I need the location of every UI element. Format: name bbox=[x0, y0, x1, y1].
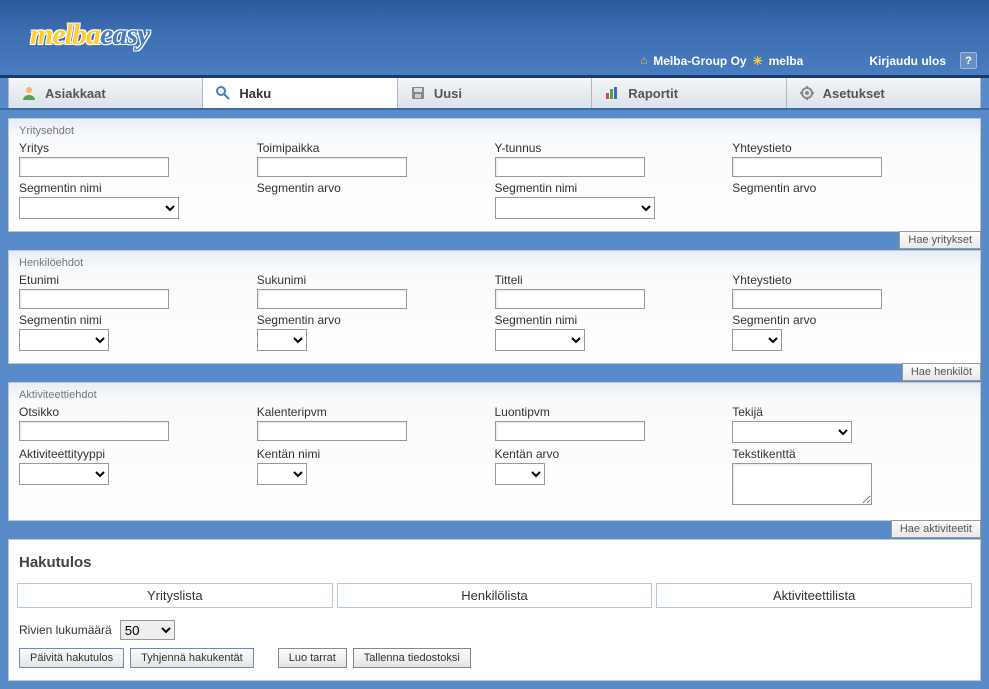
tekstikentta-label: Tekstikenttä bbox=[732, 447, 962, 461]
yritys-label: Yritys bbox=[19, 141, 249, 155]
search-companies-button[interactable]: Hae yritykset bbox=[899, 231, 981, 249]
company-section-title: Yritysehdot bbox=[19, 125, 970, 137]
kalenteripvm-input[interactable] bbox=[257, 421, 407, 441]
company-segnimi2-select[interactable] bbox=[495, 197, 655, 219]
person-segarvo-select[interactable] bbox=[257, 329, 307, 351]
search-activities-button[interactable]: Hae aktiviteetit bbox=[891, 520, 981, 538]
titteli-label: Titteli bbox=[495, 273, 725, 287]
yritys-input[interactable] bbox=[19, 157, 169, 177]
company-yhteystieto-input[interactable] bbox=[732, 157, 882, 177]
home-icon: ⌂ bbox=[641, 55, 648, 67]
search-persons-button[interactable]: Hae henkilöt bbox=[902, 363, 981, 381]
header-user-bar: ⌂ Melba-Group Oy ✳ melba Kirjaudu ulos ? bbox=[641, 52, 977, 69]
activity-section-title: Aktiviteettiehdot bbox=[19, 389, 970, 401]
sukunimi-label: Sukunimi bbox=[257, 273, 487, 287]
titteli-input[interactable] bbox=[495, 289, 645, 309]
separator-icon: ✳ bbox=[753, 54, 763, 68]
tyyppi-select[interactable] bbox=[19, 463, 109, 485]
company-segnimi-select[interactable] bbox=[19, 197, 179, 219]
person-section-title: Henkilöehdot bbox=[19, 257, 970, 269]
app-logo: melbaeasy bbox=[30, 18, 149, 52]
tab-new[interactable]: Uusi bbox=[398, 78, 592, 108]
etunimi-input[interactable] bbox=[19, 289, 169, 309]
user-name: melba bbox=[769, 54, 804, 68]
action-toolbar: Päivitä hakutulos Tyhjennä hakukentät Lu… bbox=[17, 644, 972, 672]
sukunimi-input[interactable] bbox=[257, 289, 407, 309]
person-criteria-section: Henkilöehdot Etunimi Sukunimi Titteli Yh… bbox=[8, 250, 981, 364]
tab-search-label: Haku bbox=[239, 86, 271, 101]
luontipvm-input[interactable] bbox=[495, 421, 645, 441]
subtab-yrityslista[interactable]: Yrityslista bbox=[17, 583, 333, 608]
person-segnimi-label: Segmentin nimi bbox=[19, 313, 249, 327]
person-icon bbox=[21, 85, 37, 101]
rows-select[interactable]: 50 bbox=[120, 620, 175, 640]
company-criteria-section: Yritysehdot Yritys Toimipaikka Y-tunnus … bbox=[8, 118, 981, 232]
tekija-label: Tekijä bbox=[732, 405, 962, 419]
ytunnus-label: Y-tunnus bbox=[495, 141, 725, 155]
otsikko-input[interactable] bbox=[19, 421, 169, 441]
subtab-aktiviteettilista[interactable]: Aktiviteettilista bbox=[656, 583, 972, 608]
company-segarvo-label: Segmentin arvo bbox=[257, 181, 487, 195]
main-tabbar: Asiakkaat Haku Uusi Raportit Asetukset bbox=[0, 78, 989, 110]
chart-icon bbox=[604, 85, 620, 101]
luontipvm-label: Luontipvm bbox=[495, 405, 725, 419]
person-segarvo2-select[interactable] bbox=[732, 329, 782, 351]
person-segarvo-label: Segmentin arvo bbox=[257, 313, 487, 327]
kentan-arvo-label: Kentän arvo bbox=[495, 447, 725, 461]
tekstikentta-textarea[interactable] bbox=[732, 463, 872, 505]
person-segnimi-select[interactable] bbox=[19, 329, 109, 351]
tab-reports-label: Raportit bbox=[628, 86, 678, 101]
content-area: Yritysehdot Yritys Toimipaikka Y-tunnus … bbox=[0, 110, 989, 689]
etunimi-label: Etunimi bbox=[19, 273, 249, 287]
person-yhteystieto-input[interactable] bbox=[732, 289, 882, 309]
tab-customers[interactable]: Asiakkaat bbox=[8, 78, 203, 108]
kentan-nimi-label: Kentän nimi bbox=[257, 447, 487, 461]
tyyppi-label: Aktiviteettityyppi bbox=[19, 447, 249, 461]
company-name: Melba-Group Oy bbox=[653, 54, 746, 68]
company-segnimi-label: Segmentin nimi bbox=[19, 181, 249, 195]
results-subtabs: Yrityslista Henkilölista Aktiviteettilis… bbox=[17, 583, 972, 608]
refresh-button[interactable]: Päivitä hakutulos bbox=[19, 648, 124, 668]
search-icon bbox=[215, 85, 231, 101]
create-labels-button[interactable]: Luo tarrat bbox=[278, 648, 347, 668]
activity-criteria-section: Aktiviteettiehdot Otsikko Kalenteripvm L… bbox=[8, 382, 981, 521]
results-section: Hakutulos Yrityslista Henkilölista Aktiv… bbox=[8, 539, 981, 681]
tab-new-label: Uusi bbox=[434, 86, 462, 101]
tab-search[interactable]: Haku bbox=[203, 78, 397, 108]
clear-button[interactable]: Tyhjennä hakukentät bbox=[130, 648, 254, 668]
app-header: melbaeasy ⌂ Melba-Group Oy ✳ melba Kirja… bbox=[0, 0, 989, 78]
help-icon[interactable]: ? bbox=[960, 52, 977, 69]
kalenteripvm-label: Kalenteripvm bbox=[257, 405, 487, 419]
kentan-arvo-select[interactable] bbox=[495, 463, 545, 485]
company-segarvo2-label: Segmentin arvo bbox=[732, 181, 962, 195]
tekija-select[interactable] bbox=[732, 421, 852, 443]
company-segnimi2-label: Segmentin nimi bbox=[495, 181, 725, 195]
logout-link[interactable]: Kirjaudu ulos bbox=[869, 54, 946, 68]
tab-customers-label: Asiakkaat bbox=[45, 86, 106, 101]
rows-toolbar: Rivien lukumäärä 50 bbox=[17, 616, 972, 644]
person-yhteystieto-label: Yhteystieto bbox=[732, 273, 962, 287]
tab-settings-label: Asetukset bbox=[823, 86, 885, 101]
kentan-nimi-select[interactable] bbox=[257, 463, 307, 485]
save-file-button[interactable]: Tallenna tiedostoksi bbox=[353, 648, 471, 668]
subtab-henkilolista[interactable]: Henkilölista bbox=[337, 583, 653, 608]
person-segnimi2-select[interactable] bbox=[495, 329, 585, 351]
results-title: Hakutulos bbox=[19, 554, 970, 571]
person-segarvo2-label: Segmentin arvo bbox=[732, 313, 962, 327]
toimipaikka-label: Toimipaikka bbox=[257, 141, 487, 155]
gear-icon bbox=[799, 85, 815, 101]
disk-icon bbox=[410, 85, 426, 101]
toimipaikka-input[interactable] bbox=[257, 157, 407, 177]
ytunnus-input[interactable] bbox=[495, 157, 645, 177]
yhteystieto-label: Yhteystieto bbox=[732, 141, 962, 155]
otsikko-label: Otsikko bbox=[19, 405, 249, 419]
rows-label: Rivien lukumäärä bbox=[19, 623, 112, 637]
person-segnimi2-label: Segmentin nimi bbox=[495, 313, 725, 327]
tab-reports[interactable]: Raportit bbox=[592, 78, 786, 108]
tab-settings[interactable]: Asetukset bbox=[787, 78, 981, 108]
